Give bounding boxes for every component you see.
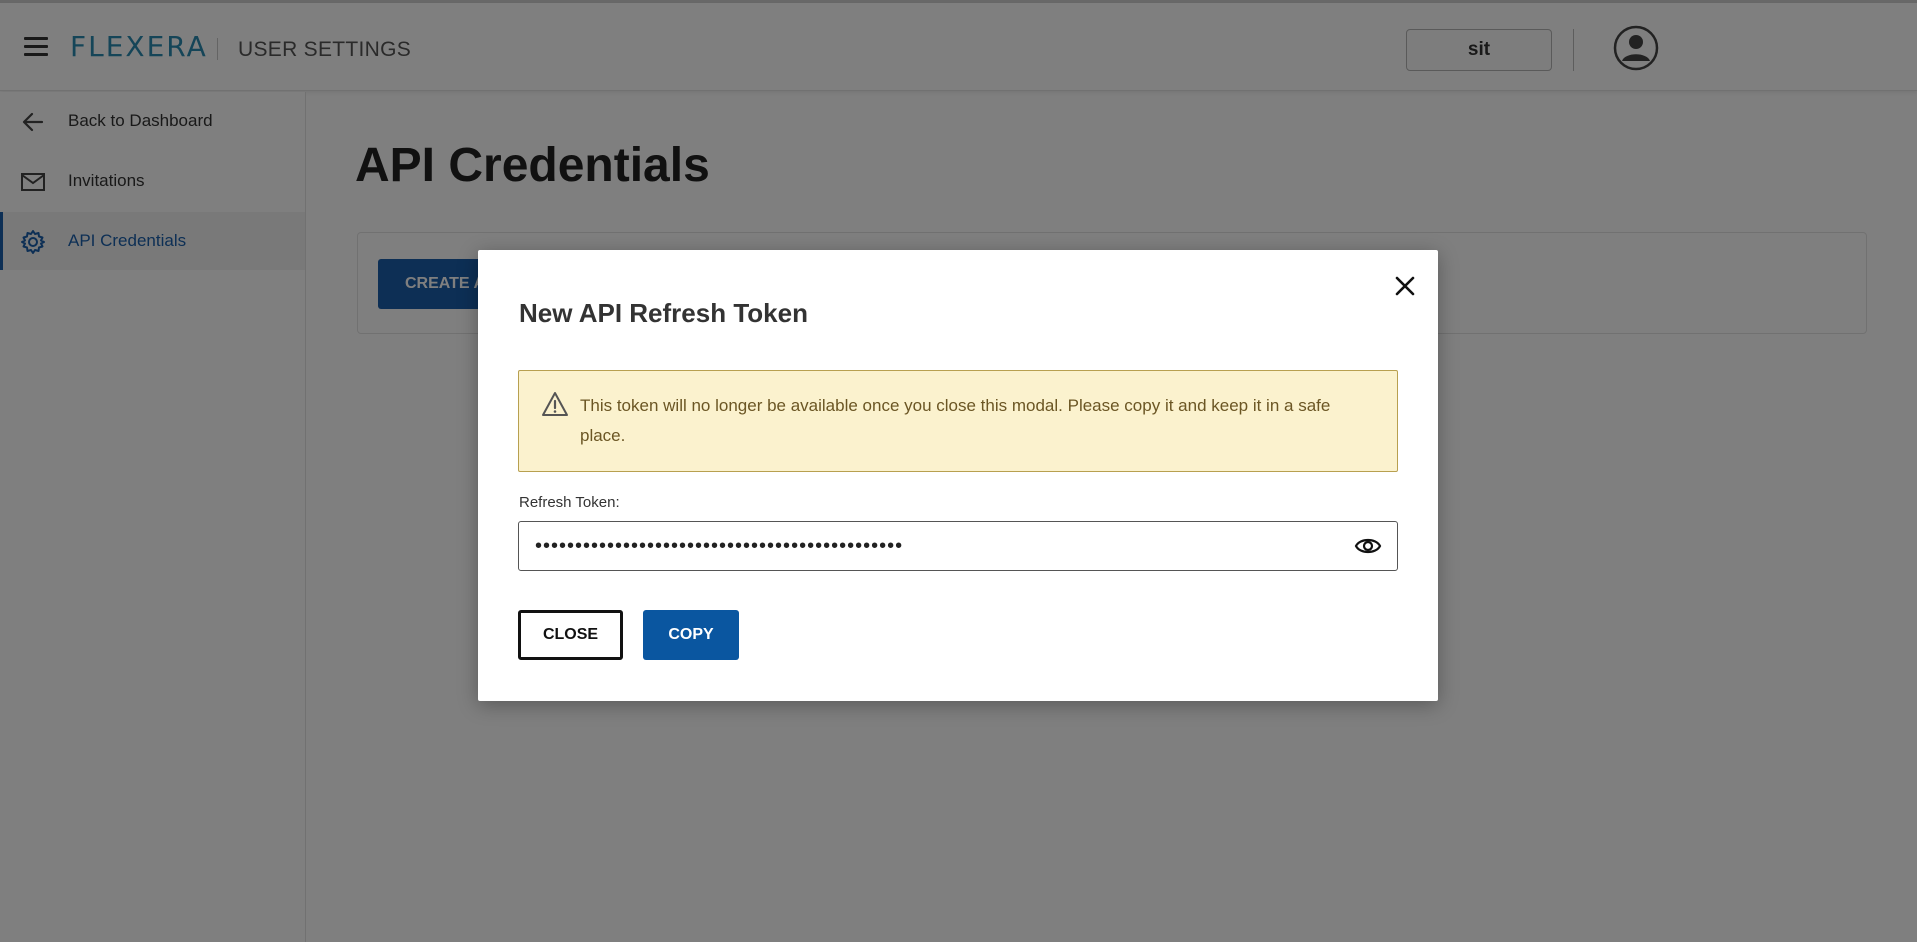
close-button[interactable]: CLOSE bbox=[518, 610, 623, 660]
refresh-token-field[interactable]: ••••••••••••••••••••••••••••••••••••••••… bbox=[518, 521, 1398, 571]
masked-token-value: ••••••••••••••••••••••••••••••••••••••••… bbox=[535, 535, 904, 557]
modal-title: New API Refresh Token bbox=[519, 298, 808, 328]
warning-icon bbox=[542, 392, 568, 416]
copy-button[interactable]: COPY bbox=[643, 610, 739, 660]
warning-alert: This token will no longer be available o… bbox=[518, 370, 1398, 472]
eye-icon[interactable] bbox=[1354, 534, 1382, 558]
alert-message: This token will no longer be available o… bbox=[580, 396, 1331, 445]
app-root: FLEXERA USER SETTINGS sit Back to Dashbo… bbox=[0, 0, 1917, 942]
close-icon[interactable] bbox=[1392, 273, 1418, 299]
refresh-token-modal: New API Refresh Token This token will no… bbox=[478, 250, 1438, 701]
refresh-token-label: Refresh Token: bbox=[519, 494, 620, 511]
